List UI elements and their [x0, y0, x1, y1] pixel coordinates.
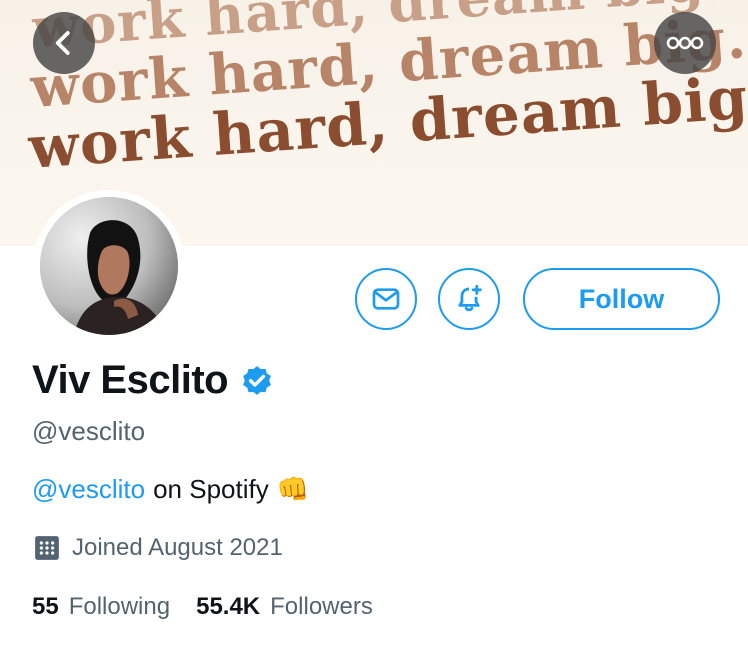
profile-bio: @vesclito on Spotify 👊 [32, 474, 309, 505]
bio-emoji: 👊 [276, 474, 310, 504]
joined-date: Joined August 2021 [32, 533, 283, 563]
bio-text: on Spotify [153, 474, 269, 504]
notifications-button[interactable] [438, 268, 500, 330]
message-button[interactable] [355, 268, 417, 330]
chevron-left-icon [55, 31, 70, 55]
profile-name: Viv Esclito [32, 358, 229, 402]
avatar[interactable] [33, 190, 185, 342]
avatar-photo [40, 197, 178, 335]
joined-text: Joined August 2021 [72, 534, 283, 561]
follow-button[interactable]: Follow [523, 268, 720, 330]
avatar-image [40, 197, 178, 335]
more-horizontal-icon [666, 36, 704, 50]
mail-icon [372, 288, 400, 310]
profile-handle: @vesclito [32, 416, 146, 446]
followers-label: Followers [270, 593, 373, 620]
bio-mention-link[interactable]: @vesclito [32, 474, 145, 505]
back-button[interactable] [33, 12, 95, 74]
followers-stat[interactable]: 55.4K Followers [196, 593, 373, 621]
following-label: Following [68, 593, 171, 620]
profile-stats: 55 Following 55.4K Followers [32, 593, 399, 621]
following-count: 55 [32, 593, 59, 620]
more-options-button[interactable] [654, 12, 716, 74]
bell-plus-icon [458, 284, 482, 312]
verified-badge-icon [243, 365, 271, 395]
calendar-icon [35, 536, 59, 560]
following-stat[interactable]: 55 Following [32, 593, 170, 621]
profile-name-row: Viv Esclito [32, 358, 274, 403]
followers-count: 55.4K [196, 593, 261, 620]
